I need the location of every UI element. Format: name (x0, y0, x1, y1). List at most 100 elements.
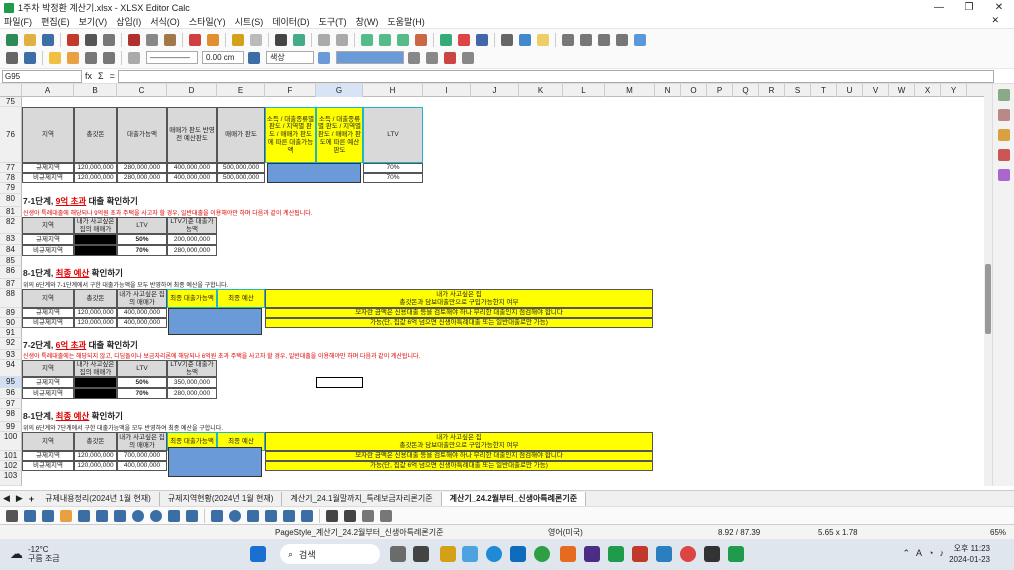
menu-data[interactable]: 데이터(D) (272, 15, 309, 28)
column-header[interactable]: Y (941, 84, 967, 97)
clear-format-icon[interactable] (207, 33, 219, 46)
sec81b-header[interactable]: 지역 (22, 432, 74, 451)
line-style-icon[interactable] (128, 51, 140, 64)
area-color-icon[interactable] (318, 51, 330, 64)
sec72-price-input[interactable] (74, 388, 117, 399)
t1-cell[interactable]: 120,000,000 (74, 163, 117, 173)
app-icon[interactable] (462, 546, 478, 562)
toggle-extrusion-icon[interactable] (380, 509, 392, 522)
bring-front-icon[interactable] (85, 51, 97, 64)
menu-window[interactable]: 창(W) (356, 15, 379, 28)
sec71-price-input[interactable] (74, 234, 117, 245)
flowchart-icon[interactable] (301, 509, 313, 522)
sec81a-header[interactable]: 총갓돈 (74, 289, 117, 308)
close-document-icon[interactable]: ✕ (991, 15, 999, 26)
sheet-tab[interactable]: 계산기_24.1월말까지_특례보금자리론기준 (282, 491, 442, 506)
copy-icon[interactable] (146, 33, 158, 46)
sec71-cell[interactable]: 규제지역 (22, 234, 74, 245)
block-arrows-icon[interactable] (247, 509, 259, 522)
undo-icon[interactable] (232, 33, 244, 46)
row-header[interactable]: 81 (0, 207, 22, 217)
sec81b-cell[interactable]: 규제지역 (22, 451, 74, 461)
autofilter-icon[interactable] (415, 33, 427, 46)
app-icon[interactable] (584, 546, 600, 562)
column-header[interactable]: P (707, 84, 733, 97)
ime-icon[interactable]: A (916, 548, 922, 559)
column-header[interactable]: K (519, 84, 563, 97)
sec72-cell[interactable]: 규제지역 (22, 377, 74, 388)
split-window-icon[interactable] (616, 33, 628, 46)
menu-format[interactable]: 서식(O) (150, 15, 180, 28)
area-style-select[interactable]: 색상 (266, 51, 314, 64)
t1-header-ltv[interactable]: LTV (363, 107, 423, 163)
save-icon[interactable] (42, 33, 54, 46)
chrome-icon[interactable] (680, 546, 696, 562)
row-header[interactable]: 99 (0, 422, 22, 432)
basic-shapes-icon[interactable] (211, 509, 223, 522)
row-header[interactable]: 89 (0, 308, 22, 318)
row-header[interactable]: 87 (0, 279, 22, 289)
column-header[interactable]: S (785, 84, 811, 97)
paste-icon[interactable] (164, 33, 176, 46)
triangle-icon[interactable] (168, 509, 180, 522)
t1-cell[interactable]: 비규제지역 (22, 173, 74, 183)
open-icon[interactable] (24, 33, 36, 46)
align-icon[interactable] (462, 51, 474, 64)
t1-cell[interactable]: 규제지역 (22, 163, 74, 173)
find-replace-icon[interactable] (275, 33, 287, 46)
sec81b-info-1[interactable]: 모자란 금액은 신용대출 등을 검토해야 하나 무리한 대출인지 점검해야 합니… (265, 451, 653, 461)
t1-cell[interactable]: 70% (363, 173, 423, 183)
sec81a-header[interactable]: 최종 대출가능액 (167, 289, 217, 308)
menu-styles[interactable]: 스타일(Y) (189, 15, 226, 28)
t1-header-prebudget[interactable]: 매매가 판도 반영전 예산판도 (167, 107, 217, 163)
sec72-cell[interactable]: 50% (117, 377, 167, 388)
select-all-corner[interactable] (0, 84, 22, 97)
sec72-cell[interactable]: 350,000,000 (167, 377, 217, 388)
sec72-cell[interactable]: 비규제지역 (22, 388, 74, 399)
language-status[interactable]: 영어(미국) (548, 527, 583, 538)
selected-cell-cursor[interactable] (316, 377, 363, 388)
column-header[interactable]: Q (733, 84, 759, 97)
wifi-icon[interactable]: ◔ (928, 548, 933, 559)
sec72-header[interactable]: LTV (117, 360, 167, 377)
store-icon[interactable] (510, 546, 526, 562)
gallery-icon[interactable] (997, 129, 1010, 141)
insert-chart-icon[interactable] (458, 33, 470, 46)
hyperlink-icon[interactable] (519, 33, 531, 46)
add-sheet-button[interactable]: + (29, 494, 34, 504)
sec81a-header[interactable]: 최종 예산 (217, 289, 265, 308)
image-icon[interactable] (362, 509, 374, 522)
name-box[interactable]: G95 (2, 69, 82, 83)
t1-shape-overlay[interactable] (267, 163, 361, 183)
spelling-icon[interactable] (293, 33, 305, 46)
sec81a-info-1[interactable]: 모자란 금액은 신용대출 등을 검토해야 하나 무리한 대출인지 점검해야 합니… (265, 308, 653, 318)
row-header[interactable]: 102 (0, 461, 22, 471)
column-header[interactable]: D (167, 84, 217, 97)
fontwork-icon[interactable] (344, 509, 356, 522)
print-icon[interactable] (85, 33, 97, 46)
sec72-header[interactable]: 지역 (22, 360, 74, 377)
row-header[interactable]: 101 (0, 451, 22, 461)
sec81a-cell[interactable]: 400,000,000 (117, 318, 167, 328)
text-box-icon[interactable] (326, 509, 338, 522)
sec71-cell[interactable]: 비규제지역 (22, 245, 74, 256)
first-sheet-icon[interactable]: ◀ (3, 493, 10, 504)
sheet-tab[interactable]: 규제내용정리(2024년 1월 현재) (37, 491, 160, 506)
sec72-header[interactable]: LTV기준 대출가능액 (167, 360, 217, 377)
pivot-table-icon[interactable] (476, 33, 488, 46)
t1-cell[interactable]: 400,000,000 (167, 163, 217, 173)
row-header[interactable]: 93 (0, 350, 22, 360)
column-header[interactable]: A (22, 84, 74, 97)
formula-input[interactable] (117, 69, 994, 83)
column-header[interactable]: B (74, 84, 117, 97)
taskbar-clock[interactable]: 오후 11:23 2024-01-23 (949, 543, 990, 565)
column-header[interactable]: I (423, 84, 471, 97)
t1-header-region[interactable]: 지역 (22, 107, 74, 163)
row-header[interactable]: 78 (0, 173, 22, 183)
fill-icon[interactable] (67, 51, 79, 64)
app-icon[interactable] (560, 546, 576, 562)
line-icon[interactable] (24, 509, 36, 522)
properties-icon[interactable] (997, 89, 1010, 101)
function-wizard-icon[interactable]: fx (85, 71, 92, 81)
sec81a-cell[interactable]: 비규제지역 (22, 318, 74, 328)
